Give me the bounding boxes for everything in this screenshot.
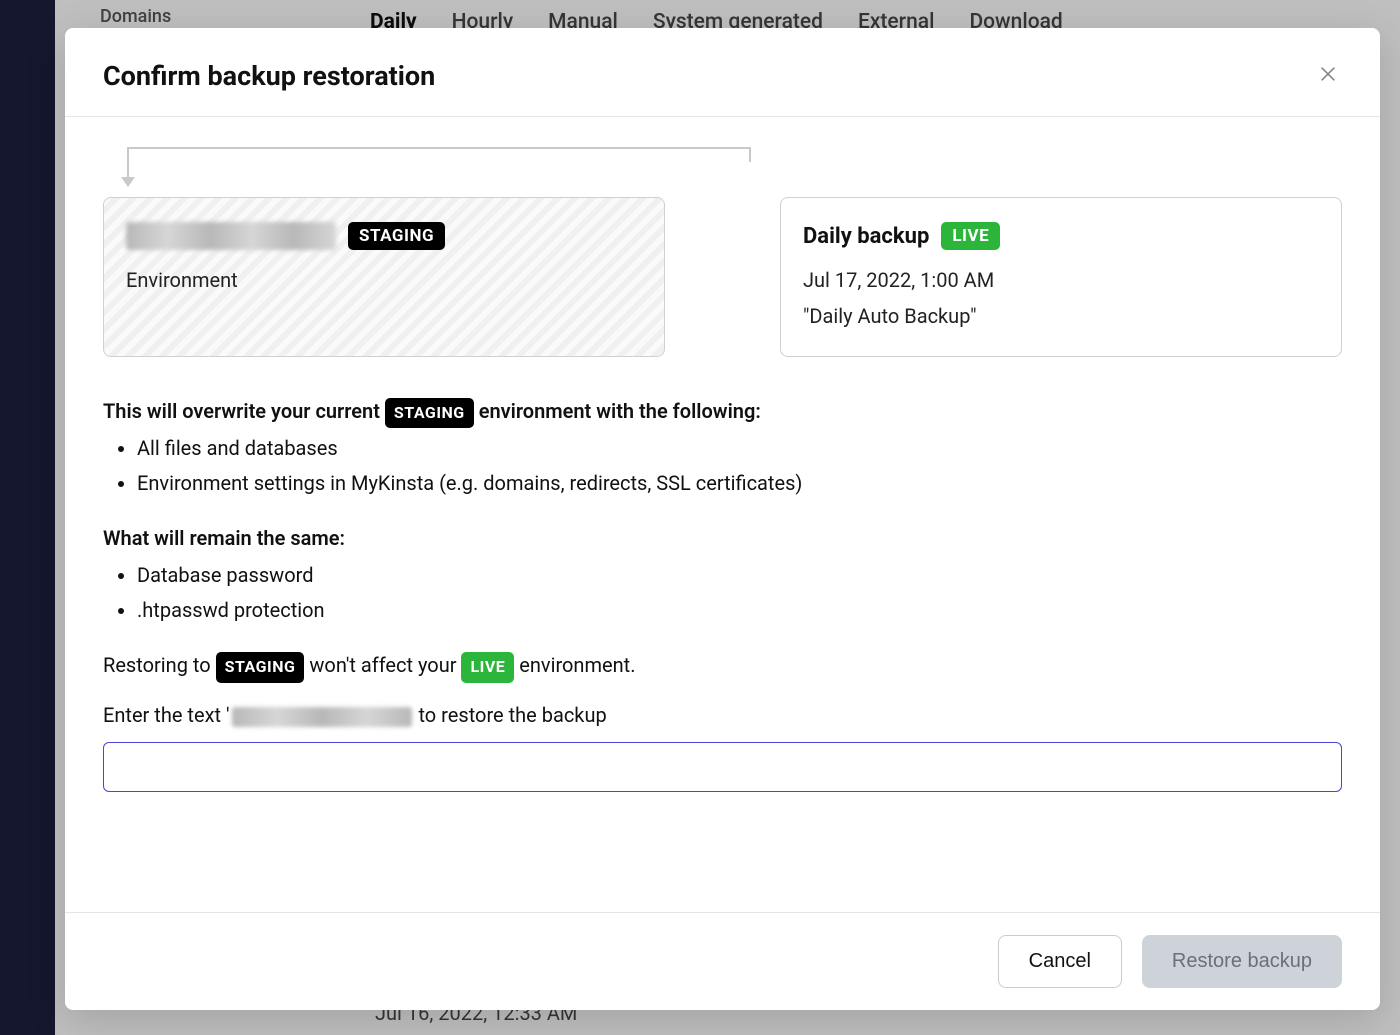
live-badge-inline: LIVE [461,652,514,682]
remain-item: .htpasswd protection [137,594,1342,627]
info-block: This will overwrite your current STAGING… [103,395,1342,792]
modal-body: STAGING Environment Daily backup LIVE Ju… [65,117,1380,912]
modal-header: Confirm backup restoration [65,28,1380,117]
flow-arrow [121,147,751,197]
cancel-button[interactable]: Cancel [998,935,1122,988]
confirm-restore-modal: Confirm backup restoration STAGING Envir… [65,28,1380,1010]
target-card-sublabel: Environment [126,264,642,296]
source-card-backup-name: "Daily Auto Backup" [803,300,1319,332]
arrow-down-icon [121,177,135,187]
source-card-timestamp: Jul 17, 2022, 1:00 AM [803,264,1319,296]
remain-heading: What will remain the same: [103,522,1342,555]
target-environment-card: STAGING Environment [103,197,665,357]
staging-badge: STAGING [348,222,445,250]
confirm-text-input[interactable] [103,742,1342,792]
restore-note: Restoring to STAGING won't affect your L… [103,649,1342,682]
confirm-text-redacted [232,707,412,727]
staging-badge-inline: STAGING [385,398,474,428]
overwrite-item: Environment settings in MyKinsta (e.g. d… [137,467,1342,500]
environment-cards-row: STAGING Environment Daily backup LIVE Ju… [103,197,1342,357]
restore-backup-button[interactable]: Restore backup [1142,935,1342,988]
source-backup-card: Daily backup LIVE Jul 17, 2022, 1:00 AM … [780,197,1342,357]
overwrite-item: All files and databases [137,432,1342,465]
modal-footer: Cancel Restore backup [65,912,1380,1010]
staging-badge-inline: STAGING [216,652,305,682]
remain-list: Database password .htpasswd protection [137,559,1342,627]
source-card-title: Daily backup [803,224,929,249]
confirm-input-label: Enter the text ' to restore the backup [103,699,1342,732]
close-icon [1318,64,1338,84]
target-site-name-redacted [126,222,336,250]
overwrite-warning: This will overwrite your current STAGING… [103,395,1342,428]
remain-item: Database password [137,559,1342,592]
live-badge: LIVE [941,222,1000,250]
modal-title: Confirm backup restoration [103,60,435,92]
overwrite-list: All files and databases Environment sett… [137,432,1342,500]
close-button[interactable] [1314,60,1342,91]
